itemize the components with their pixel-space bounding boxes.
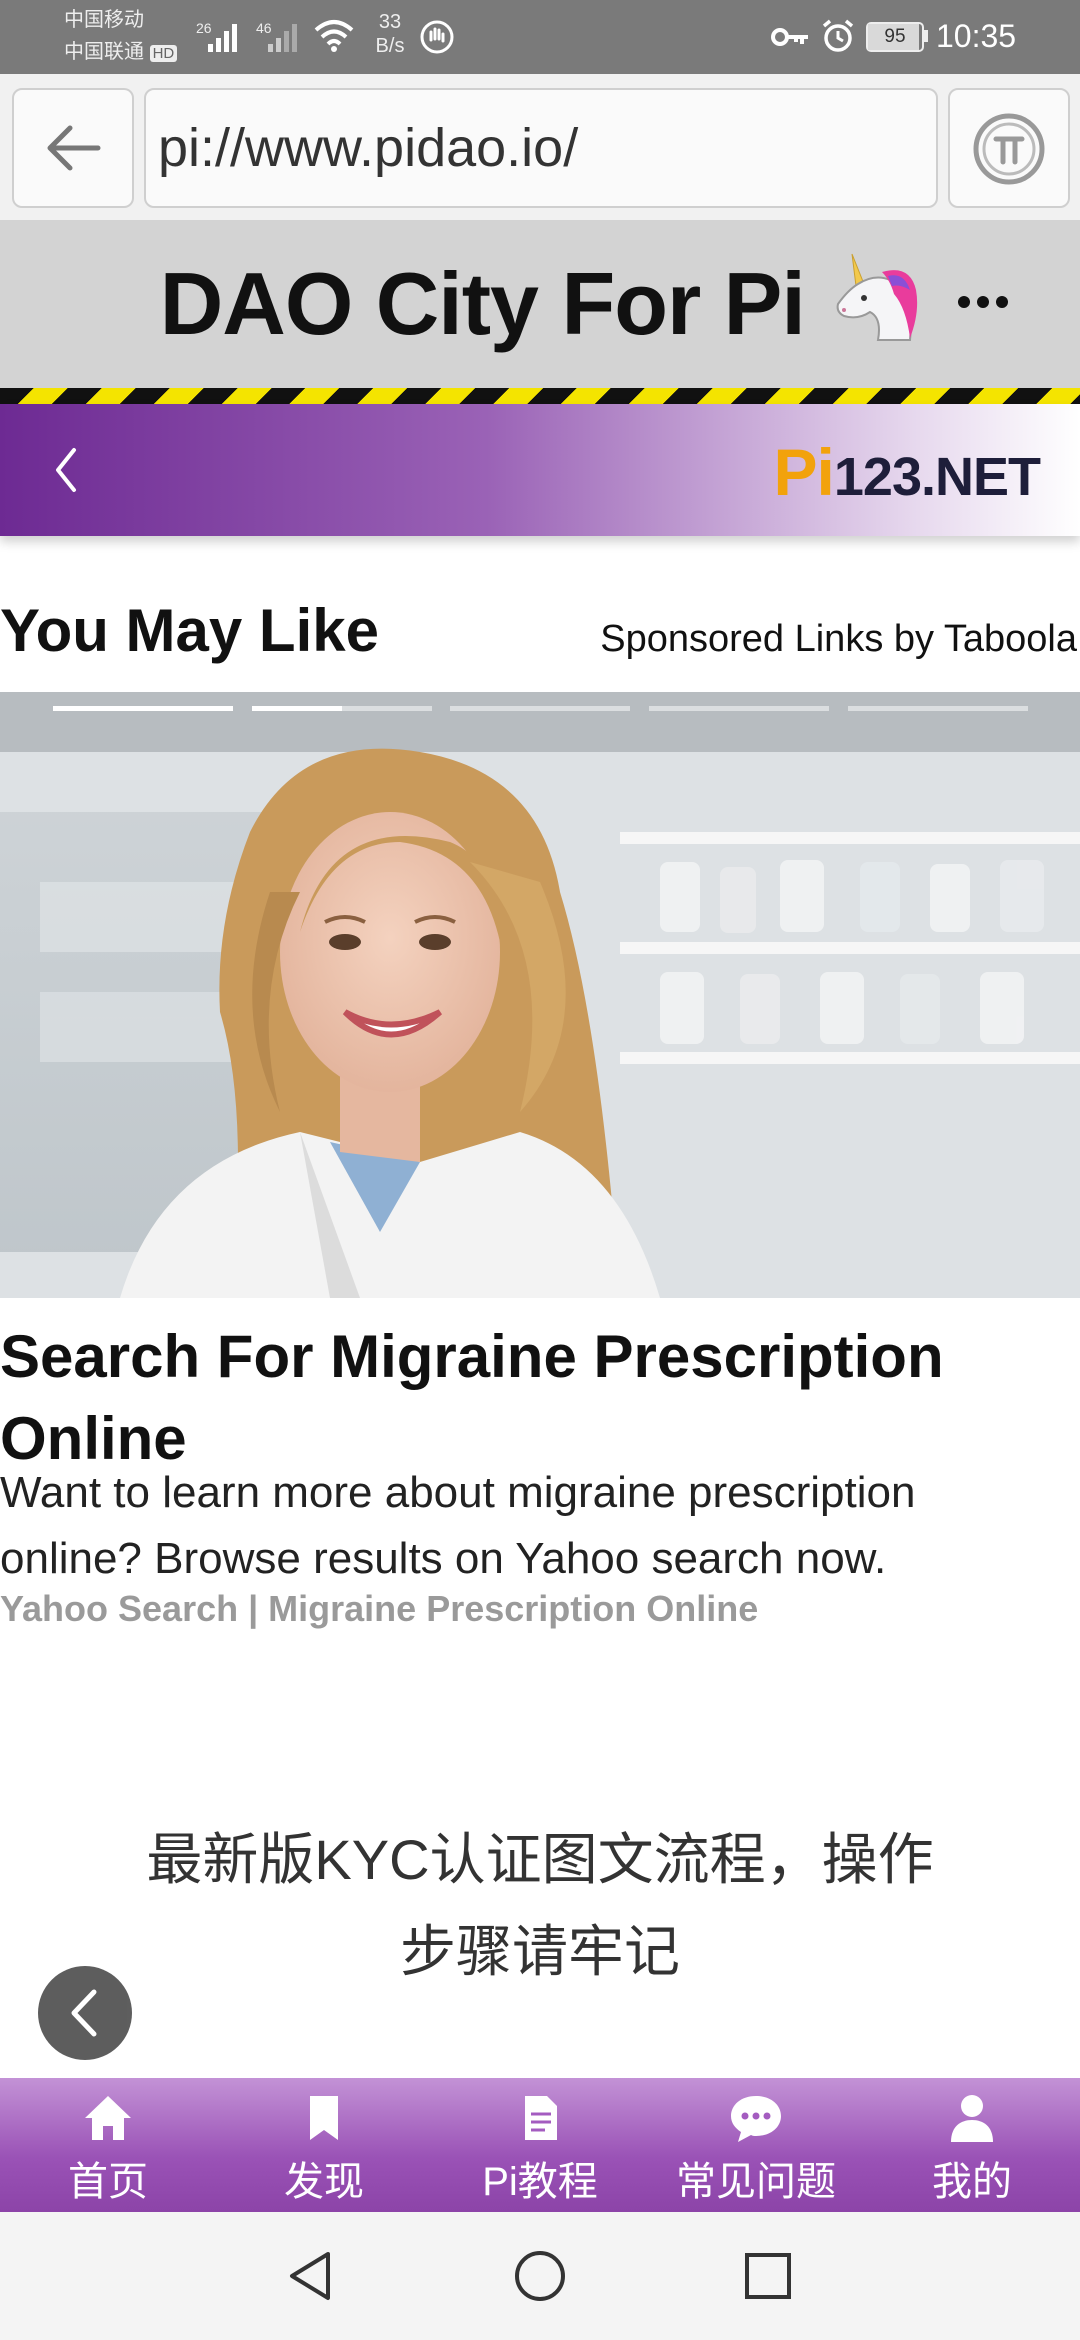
browser-bar: pi://www.pidao.io/ [0,74,1080,222]
network-1-label: 26 [196,20,212,36]
speed-unit: B/s [375,35,405,57]
nav-item-home[interactable]: 首页 [0,2078,216,2212]
nav-item-discover[interactable]: 发现 [216,2078,432,2212]
nav-item-faq[interactable]: 常见问题 [648,2078,864,2212]
hd-badge: HD [149,45,178,62]
circle-home-icon [515,2251,565,2301]
wifi-icon [314,18,354,57]
nav-label-faq: 常见问题 [676,2160,836,2204]
status-bar: 中国移动 中国联通 HD 26 46 33 B/s 95 10:35 [0,0,1080,74]
article-title[interactable]: 最新版KYC认证图文流程，操作步骤请牢记 [120,1814,960,1998]
square-recents-icon [745,2253,791,2299]
bookmark-icon [310,2096,338,2140]
carousel-indicator-5[interactable] [848,706,1028,711]
bottom-nav: 首页 发现 Pi教程 常见问题 我的 [0,2078,1080,2212]
pi-wallet-button[interactable] [948,88,1070,208]
speed-value: 33 [378,11,402,33]
logo-pi: Pi [773,435,835,509]
hazard-stripe [0,388,1080,404]
ad-title[interactable]: Search For Migraine Prescription Online [0,1316,1060,1480]
system-back-button[interactable] [284,2248,336,2309]
signal-2-icon: 46 [256,20,300,59]
floating-back-button[interactable] [38,1966,132,2060]
signal-icon: 26 [196,20,240,59]
carousel-indicator-1-fill [53,706,233,711]
unicorn-icon [836,253,918,341]
chevron-left-icon [71,1989,97,2037]
chevron-left-icon [56,448,76,492]
arrow-left-icon [47,125,101,171]
hand-icon [420,20,454,59]
carousel-indicator-3[interactable] [450,706,630,711]
triangle-back-icon [290,2252,330,2300]
key-icon [770,20,810,59]
system-recents-button[interactable] [742,2250,794,2307]
nav-item-tutorial[interactable]: Pi教程 [432,2078,648,2212]
site-header: DAO City For Pi [0,220,1080,388]
alarm-icon [820,18,856,59]
url-text[interactable]: pi://www.pidao.io/ [146,90,936,206]
more-dots-icon [958,296,1008,308]
site-title-text: DAO City For Pi [159,254,806,353]
ad-description[interactable]: Want to learn more about migraine prescr… [0,1460,1060,1592]
carousel-indicator-2[interactable] [252,706,432,711]
home-icon [85,2096,131,2140]
nav-label-tutorial: Pi教程 [482,2160,598,2204]
document-icon [525,2096,557,2140]
battery-icon: 95 [866,22,924,52]
nav-label-profile: 我的 [932,2160,1012,2204]
carrier-2: 中国联通 HD [64,40,178,66]
nav-item-profile[interactable]: 我的 [864,2078,1080,2212]
more-menu-button[interactable] [956,294,1010,315]
back-button[interactable] [12,88,134,208]
pharmacist-photo [0,692,1080,1298]
sponsored-links-label[interactable]: Sponsored Links by Taboola [600,618,1077,661]
carousel-indicator-1[interactable] [53,706,233,711]
system-nav-bar [0,2212,1080,2340]
carrier-2-label: 中国联通 [64,41,144,63]
speed-indicator: 33 B/s [370,10,410,58]
carousel-indicator-2-fill [252,706,342,711]
ad-source[interactable]: Yahoo Search | Migraine Prescription Onl… [0,1588,758,1630]
carousel-indicator-4[interactable] [649,706,829,711]
network-2-label: 46 [256,20,272,36]
logo-rest: 123.NET [833,447,1041,507]
nav-label-home: 首页 [68,2160,148,2204]
nav-label-discover: 发现 [284,2160,364,2204]
banner-back-button[interactable] [46,440,106,504]
url-bar[interactable]: pi://www.pidao.io/ [144,88,938,208]
user-icon [951,2095,993,2142]
pi123-logo[interactable]: Pi123.NET [773,434,1041,510]
battery-tip [924,30,928,42]
site-title: DAO City For Pi [0,250,1080,355]
chat-icon [731,2096,781,2142]
ad-image[interactable] [0,692,1080,1298]
system-home-button[interactable] [512,2248,568,2309]
carrier-1: 中国移动 [64,9,144,31]
you-may-like-title: You May Like [0,597,379,664]
battery-level: 95 [884,26,906,47]
pi-coin-icon [973,113,1045,185]
purple-banner: Pi123.NET [0,404,1080,536]
clock: 10:35 [936,18,1017,54]
